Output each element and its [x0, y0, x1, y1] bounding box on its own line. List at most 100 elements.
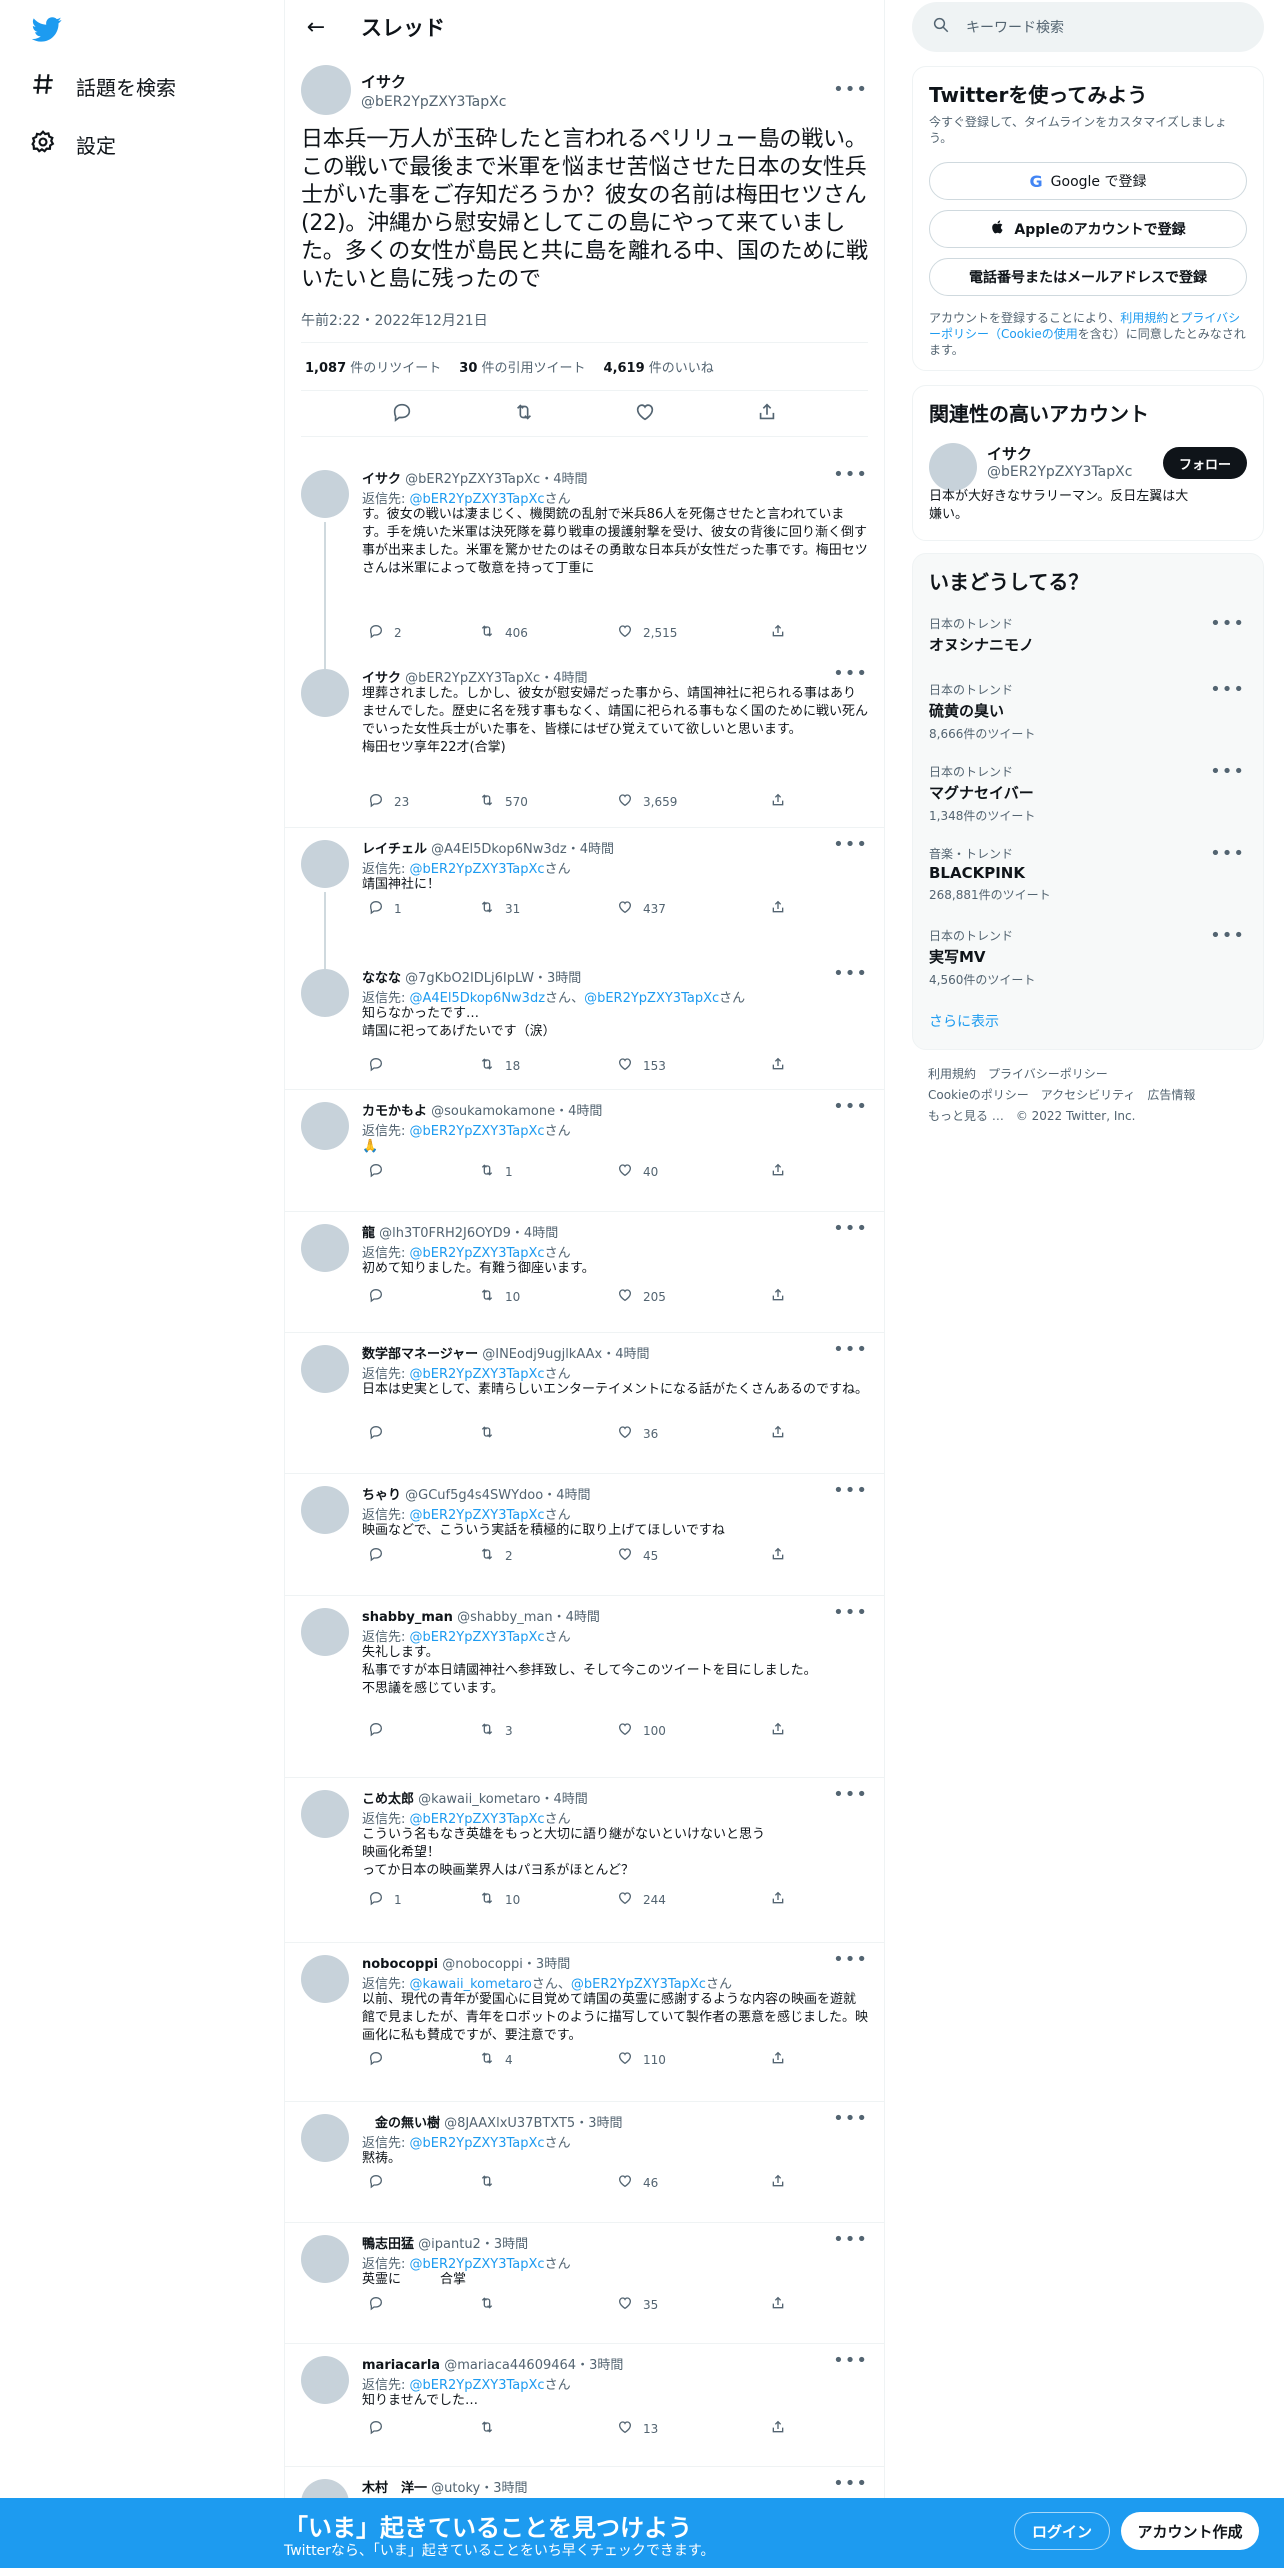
more-options-icon[interactable]: ••• [1210, 681, 1245, 699]
like-button[interactable]: 40 [617, 1162, 658, 1181]
reply-tweet[interactable]: nobocoppi @nobocoppi・3時間 返信先: @kawaii_kom… [285, 1943, 884, 2102]
retweet-button[interactable]: 4 [479, 2050, 513, 2069]
reply-tweet[interactable]: 金の無い樹 @8JAAXlxU37BTXT5・3時間 返信先: @bER2YpZX… [285, 2102, 884, 2223]
trend-item[interactable]: 日本のトレンド 硫黄の臭い 8,666件のツイート ••• [913, 673, 1263, 755]
more-options-icon[interactable]: ••• [833, 2352, 868, 2370]
trend-name[interactable]: BLACKPINK [929, 864, 1247, 882]
author-name[interactable]: イサク [361, 71, 833, 92]
replying-to-handle[interactable]: @bER2YpZXY3TapXc [410, 1124, 545, 1139]
retweet-button[interactable]: 31 [479, 899, 520, 918]
like-button[interactable]: 153 [617, 1056, 666, 1075]
reply-time[interactable]: 3時間 [589, 2358, 623, 2372]
reply-time[interactable]: 4時間 [556, 1488, 590, 1502]
retweet-button[interactable]: 3 [479, 1721, 513, 1740]
more-options-icon[interactable]: ••• [833, 836, 868, 854]
reply-tweet[interactable]: shabby_man @shabby_man・4時間 返信先: @bER2YpZX… [285, 1596, 884, 1778]
like-button[interactable]: 46 [617, 2173, 658, 2192]
reply-button[interactable] [368, 2050, 394, 2069]
retweet-icon[interactable] [513, 401, 535, 427]
share-button[interactable] [770, 1424, 786, 1443]
retweet-count[interactable]: 1,087 件のリツイート [305, 357, 441, 376]
reply-button[interactable] [368, 1287, 394, 1306]
reply-tweet[interactable]: ななな @7gKbO2IDLj6IpLW・3時間 返信先: @A4El5Dkop6… [285, 957, 884, 1090]
trend-item[interactable]: 音楽・トレンド BLACKPINK 268,881件のツイート ••• [913, 837, 1263, 919]
reply-author-handle[interactable]: @ipantu2 [418, 2237, 481, 2251]
avatar[interactable] [301, 2114, 349, 2162]
share-button[interactable] [770, 1162, 786, 1181]
reply-button[interactable] [368, 1162, 394, 1181]
more-options-icon[interactable]: ••• [833, 1341, 868, 1359]
retweet-button[interactable]: 10 [479, 1287, 520, 1306]
reply-author-handle[interactable]: @utoky [431, 2481, 480, 2495]
share-button[interactable] [770, 2050, 786, 2069]
reply-button[interactable]: 23 [368, 792, 409, 811]
reply-author-handle[interactable]: @A4El5Dkop6Nw3dz [431, 842, 567, 856]
more-options-icon[interactable]: ••• [1210, 763, 1245, 781]
trend-item[interactable]: 日本のトレンド オヌシナニモノ ••• [913, 607, 1263, 673]
more-options-icon[interactable]: ••• [1210, 615, 1245, 633]
create-account-button[interactable]: アカウント作成 [1121, 2512, 1259, 2550]
more-options-icon[interactable]: ••• [833, 1604, 868, 1622]
search-input[interactable]: キーワード検索 [966, 17, 1064, 37]
reply-author-handle[interactable]: @INEodj9ugjlkAAx [482, 1347, 602, 1361]
author-handle[interactable]: @bER2YpZXY3TapXc [361, 94, 833, 110]
replying-to-handle[interactable]: @bER2YpZXY3TapXc [571, 1977, 706, 1992]
reply-author-name[interactable]: 鴨志田猛 [362, 2237, 414, 2251]
avatar[interactable] [301, 2356, 349, 2404]
reply-author-name[interactable]: レイチェル [362, 842, 427, 856]
like-button[interactable]: 2,515 [617, 623, 677, 642]
reply-tweet[interactable]: イサク @bER2YpZXY3TapXc・4時間 埋葬されました。しかし、彼女が慰… [285, 657, 884, 828]
footer-ads[interactable]: 広告情報 [1147, 1088, 1195, 1102]
reply-time[interactable]: 4時間 [566, 1610, 600, 1624]
nav-settings[interactable]: 設定 [30, 124, 116, 164]
reply-tweet[interactable]: カモかもよ @soukamokamone・4時間 返信先: @bER2YpZXY3… [285, 1090, 884, 1212]
reply-author-handle[interactable]: @8JAAXlxU37BTXT5 [444, 2116, 575, 2130]
reply-author-handle[interactable]: @lh3T0FRH2J6OYD9 [379, 1226, 511, 1240]
retweet-button[interactable] [479, 1424, 505, 1443]
avatar[interactable] [301, 1955, 349, 2003]
reply-author-name[interactable]: イサク [362, 472, 401, 486]
replying-to-handle[interactable]: @bER2YpZXY3TapXc [410, 2378, 545, 2393]
avatar[interactable] [301, 669, 349, 717]
reply-author-handle[interactable]: @soukamokamone [431, 1104, 555, 1118]
avatar[interactable] [301, 1102, 349, 1150]
share-button[interactable] [770, 2295, 786, 2314]
trend-name[interactable]: マグナセイバー [929, 782, 1247, 803]
share-button[interactable] [770, 1056, 786, 1075]
retweet-button[interactable]: 1 [479, 1162, 513, 1181]
reply-time[interactable]: 4時間 [580, 842, 614, 856]
reply-author-handle[interactable]: @GCuf5g4s4SWYdoo [405, 1488, 543, 1502]
replying-to-handle[interactable]: @bER2YpZXY3TapXc [410, 492, 545, 507]
reply-button[interactable] [368, 2295, 394, 2314]
replying-to-handle[interactable]: @bER2YpZXY3TapXc [410, 862, 545, 877]
trend-item[interactable]: 日本のトレンド マグナセイバー 1,348件のツイート ••• [913, 755, 1263, 837]
reply-time[interactable]: 3時間 [493, 2481, 527, 2495]
reply-author-name[interactable]: shabby_man [362, 1610, 453, 1624]
reply-author-handle[interactable]: @bER2YpZXY3TapXc [405, 472, 540, 486]
reply-tweet[interactable]: ちゃり @GCuf5g4s4SWYdoo・4時間 返信先: @bER2YpZXY3… [285, 1474, 884, 1596]
avatar[interactable] [301, 1345, 349, 1393]
footer-cookie[interactable]: Cookieのポリシー [928, 1088, 1029, 1102]
more-options-icon[interactable]: ••• [833, 1786, 868, 1804]
tweet-timestamp[interactable]: 午前2:22・2022年12月21日 [301, 310, 868, 343]
reply-author-name[interactable]: イサク [362, 671, 401, 685]
login-button[interactable]: ログイン [1014, 2512, 1110, 2550]
avatar[interactable] [301, 840, 349, 888]
like-button[interactable]: 35 [617, 2295, 658, 2314]
more-options-icon[interactable]: ••• [1210, 845, 1245, 863]
reply-tweet[interactable]: mariacarla @mariaca44609464・3時間 返信先: @bER… [285, 2344, 884, 2467]
retweet-button[interactable] [479, 2295, 505, 2314]
retweet-button[interactable]: 10 [479, 1890, 520, 1909]
reply-author-handle[interactable]: @7gKbO2IDLj6IpLW [405, 971, 534, 985]
show-more-link[interactable]: さらに表示 [913, 1001, 1263, 1049]
reply-author-handle[interactable]: @kawaii_kometaro [418, 1792, 540, 1806]
phone-email-signup-button[interactable]: 電話番号またはメールアドレスで登録 [929, 258, 1247, 296]
reply-time[interactable]: 3時間 [494, 2237, 528, 2251]
retweet-button[interactable]: 406 [479, 623, 528, 642]
reply-time[interactable]: 4時間 [553, 671, 587, 685]
more-options-icon[interactable]: ••• [833, 2231, 868, 2249]
reply-author-name[interactable]: mariacarla [362, 2358, 440, 2372]
like-button[interactable]: 45 [617, 1546, 658, 1565]
like-button[interactable]: 3,659 [617, 792, 677, 811]
share-button[interactable] [770, 1287, 786, 1306]
